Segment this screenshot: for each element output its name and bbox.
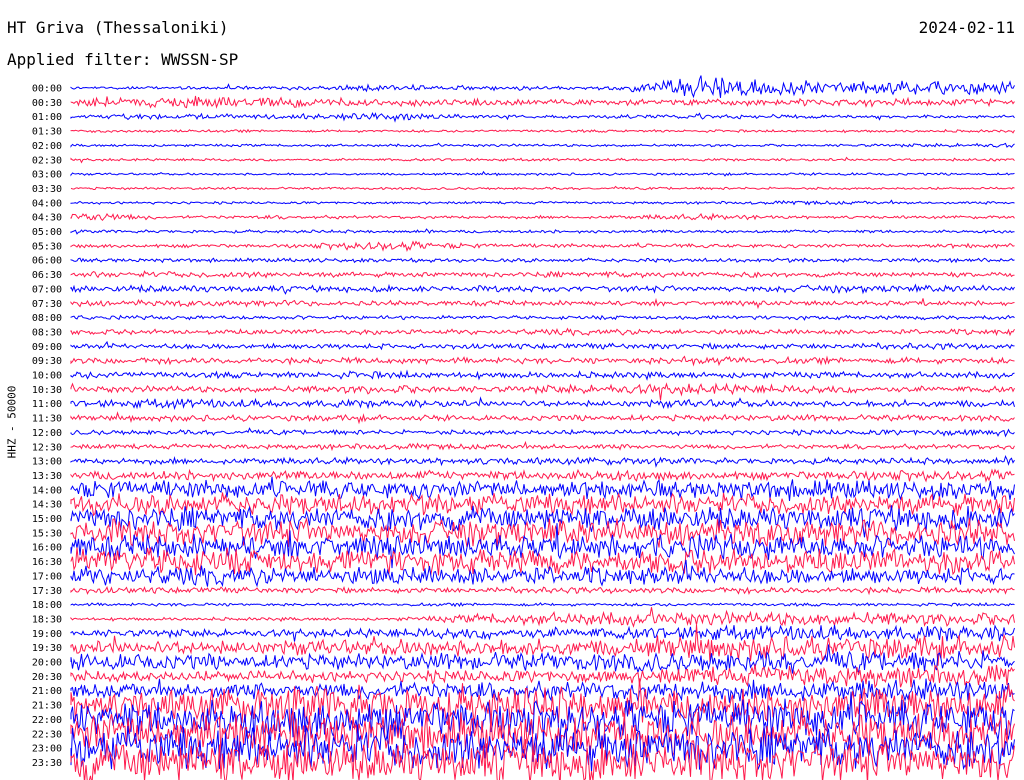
trace-row [70,340,1015,351]
trace-row [70,257,1015,264]
time-label: 04:30 [32,213,62,224]
time-label: 19:00 [32,629,62,640]
time-label: 03:30 [32,184,62,195]
time-label: 05:30 [32,241,62,252]
time-label: 03:00 [32,170,62,181]
time-label: 05:00 [32,227,62,238]
trace-row [70,476,1015,501]
trace-row [70,355,1015,367]
time-label: 17:30 [32,586,62,597]
time-label: 23:30 [32,758,62,769]
time-label: 15:30 [32,528,62,539]
trace-row [70,95,1015,109]
time-label: 01:30 [32,127,62,138]
time-label: 00:30 [32,98,62,109]
time-label: 06:30 [32,270,62,281]
time-label: 04:00 [32,198,62,209]
trace-row [70,170,1015,177]
trace-row [70,112,1015,123]
trace-row [70,607,1015,628]
trace-row [70,283,1015,295]
time-label: 11:30 [32,414,62,425]
time-label: 10:00 [32,371,62,382]
trace-row [70,327,1015,337]
trace-row [70,314,1015,321]
time-label: 21:30 [32,701,62,712]
time-label: 07:30 [32,299,62,310]
trace-row [70,212,1015,222]
time-label: 00:00 [32,84,62,95]
trace-row [70,382,1015,401]
trace-row [70,185,1015,191]
trace-row [70,468,1015,483]
trace-row [70,199,1015,206]
time-label: 15:00 [32,514,62,525]
trace-row [70,601,1015,608]
time-label: 07:00 [32,284,62,295]
time-label: 20:00 [32,658,62,669]
trace-row [70,270,1015,279]
trace-row [70,411,1015,425]
time-label: 14:30 [32,500,62,511]
time-label: 18:30 [32,614,62,625]
time-label: 12:00 [32,428,62,439]
trace-row [70,427,1015,438]
time-label: 19:30 [32,643,62,654]
trace-row [70,297,1015,310]
trace-row [70,228,1015,235]
helicorder-plot: 00:00 00:30 01:00 01:30 02:00 02:30 03:00 03:30… [32,75,1015,780]
trace-group [70,75,1015,780]
time-label: 10:30 [32,385,62,396]
time-label: 06:00 [32,256,62,267]
trace-row [70,664,1015,689]
time-label: 16:30 [32,557,62,568]
time-label: 17:00 [32,571,62,582]
time-label: 08:00 [32,313,62,324]
time-label: 01:00 [32,112,62,123]
time-label: 16:00 [32,543,62,554]
time-label: 18:00 [32,600,62,611]
time-label: 14:00 [32,485,62,496]
trace-row [70,128,1015,134]
time-label: 22:00 [32,715,62,726]
time-label: 11:00 [32,399,62,410]
time-label-group: 00:00 00:30 01:00 01:30 02:00 02:30 03:00 03:30… [32,84,62,769]
time-label: 22:30 [32,729,62,740]
time-label: 08:30 [32,327,62,338]
trace-row [70,440,1015,452]
time-label: 21:00 [32,686,62,697]
trace-row [70,240,1015,253]
time-label: 23:00 [32,744,62,755]
trace-row [70,369,1015,381]
time-label: 02:30 [32,155,62,166]
time-label: 13:30 [32,471,62,482]
trace-row [70,624,1015,642]
time-label: 02:00 [32,141,62,152]
trace-row [70,396,1015,410]
time-label: 20:30 [32,672,62,683]
trace-row [70,585,1015,596]
trace-row [70,156,1015,164]
trace-row [70,455,1015,468]
time-label: 09:30 [32,356,62,367]
time-label: 09:00 [32,342,62,353]
trace-row [70,75,1015,99]
time-label: 12:30 [32,442,62,453]
trace-row [70,142,1015,148]
time-label: 13:00 [32,457,62,468]
